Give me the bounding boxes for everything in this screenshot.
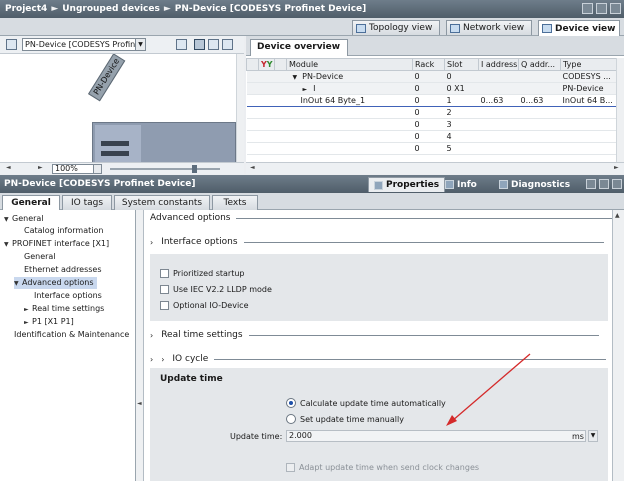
annotation-arrow-head: [446, 415, 457, 426]
annotation-arrow-line: [451, 353, 531, 422]
annotation-arrow: [446, 353, 531, 426]
